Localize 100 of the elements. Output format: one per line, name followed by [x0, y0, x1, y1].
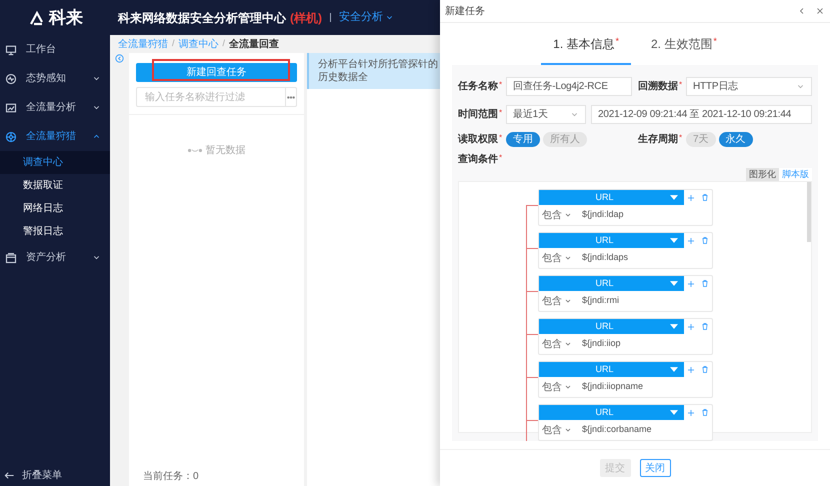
plus-icon — [687, 366, 695, 374]
field-label: 生存周期 — [638, 132, 678, 147]
operator-select[interactable]: 包含 — [542, 250, 572, 266]
branch-line — [526, 334, 538, 335]
field-select[interactable]: URL — [539, 276, 684, 291]
required-mark: * — [679, 79, 682, 91]
option-pill[interactable]: 专用 — [506, 132, 540, 147]
app-title: 科来网络数据安全分析管理中心 — [118, 10, 286, 26]
empty-message: 暂无数据 — [206, 144, 246, 158]
caret-down-icon — [670, 367, 678, 372]
plus-icon — [687, 280, 695, 288]
condition-value: ${jndi:corbaname — [582, 423, 652, 436]
field-select[interactable]: URL — [539, 362, 684, 377]
module-dropdown[interactable]: 安全分析 — [339, 9, 394, 26]
trash-icon — [701, 236, 709, 245]
option-pill[interactable]: 永久 — [718, 132, 753, 147]
caret-down-icon — [670, 238, 678, 243]
chevron-down-icon — [564, 211, 572, 219]
collapse-menu-button[interactable]: 折叠菜单 — [0, 464, 110, 486]
chart-icon — [5, 102, 17, 114]
required-mark: * — [713, 35, 717, 48]
branch-line — [526, 377, 538, 378]
operator-select[interactable]: 包含 — [542, 422, 572, 438]
trash-icon — [701, 365, 709, 374]
branch-line — [526, 420, 538, 421]
submenu-item[interactable]: 调查中心 — [0, 151, 110, 174]
operator-select[interactable]: 包含 — [542, 294, 572, 308]
more-icon — [287, 96, 295, 98]
logo-text: 科来 — [49, 6, 83, 29]
breadcrumb-current: 全流量回查 — [229, 37, 280, 52]
sidebar-item[interactable]: 工作台 — [0, 35, 110, 64]
field-select[interactable]: URL — [539, 319, 684, 334]
condition-value: ${jndi:iiop — [582, 337, 621, 350]
breadcrumb-separator: / — [172, 37, 175, 50]
arrow-left-icon — [4, 470, 15, 480]
chevron-down-icon — [564, 383, 572, 391]
caret-down-icon — [670, 195, 678, 200]
required-mark: * — [499, 132, 502, 144]
task-count: 当前任务：0 — [142, 470, 200, 484]
plus-icon — [687, 194, 695, 202]
sidebar-item[interactable]: 全流量狩猎 — [0, 122, 110, 151]
chevron-down-icon — [564, 254, 572, 262]
operator-select[interactable]: 包含 — [542, 336, 572, 352]
condition-value: ${jndi:ldap — [582, 208, 624, 222]
task-name-field[interactable]: 回查任务-Log4j2-RCE — [506, 77, 632, 96]
trash-icon — [701, 193, 709, 202]
scrollbar[interactable] — [807, 182, 811, 242]
trash-icon — [701, 322, 709, 331]
breadcrumb-separator: / — [222, 37, 226, 50]
field-label: 读取权限 — [458, 132, 498, 147]
source-select[interactable]: HTTP日志 — [686, 77, 812, 96]
chevron-down-icon — [564, 426, 572, 434]
branch-line — [526, 248, 538, 249]
chevron-down-icon — [564, 340, 572, 348]
field-select[interactable]: URL — [539, 233, 684, 248]
field-select[interactable]: URL — [539, 405, 684, 420]
mode-tab[interactable]: 图形化 — [746, 168, 779, 181]
close-icon — [816, 7, 824, 15]
required-mark: * — [499, 107, 502, 119]
submenu-item[interactable]: 数据取证 — [0, 174, 110, 197]
operator-select[interactable]: 包含 — [542, 208, 572, 222]
plus-icon — [687, 322, 695, 330]
trash-icon — [701, 279, 709, 288]
branch-line — [526, 205, 538, 206]
operator-select[interactable]: 包含 — [542, 380, 572, 394]
trash-icon — [701, 408, 709, 417]
submenu-item[interactable]: 网络日志 — [0, 197, 110, 220]
caret-down-icon — [670, 281, 678, 286]
required-mark: * — [499, 79, 502, 91]
condition-value: ${jndi:rmi — [582, 294, 620, 308]
more-button[interactable] — [286, 87, 297, 107]
submenu-item[interactable]: 警报日志 — [0, 220, 110, 243]
required-mark: * — [615, 35, 619, 48]
footer-button[interactable]: 关闭 — [640, 459, 670, 477]
mode-tab[interactable]: 脚本版 — [779, 168, 812, 181]
monitor-icon — [5, 44, 17, 56]
sidebar-item[interactable]: 态势感知 — [0, 64, 110, 93]
collapse-panel-icon — [115, 54, 124, 63]
sidebar-item[interactable]: 全流量分析 — [0, 93, 110, 122]
field-label: 时间范围 — [458, 108, 498, 122]
condition-value: ${jndi:iiopname — [582, 380, 644, 394]
plus-icon — [687, 236, 695, 244]
branch-line — [526, 291, 538, 292]
time-range-select[interactable]: 最近1天 — [506, 105, 586, 124]
date-range-field[interactable]: 2021-12-09 09:21:44 至 2021-12-10 09:21:44 — [591, 105, 812, 124]
sidebar-item[interactable]: 资产分析 — [0, 243, 110, 272]
dialog-title: 新建任务 — [445, 4, 486, 18]
plus-icon — [687, 408, 695, 416]
target-icon — [5, 130, 17, 142]
empty-face-icon — [188, 148, 202, 153]
required-mark: * — [679, 132, 682, 144]
caret-down-icon — [670, 410, 678, 415]
field-select[interactable]: URL — [539, 190, 684, 205]
sample-label: (样机) — [290, 10, 322, 26]
gauge-icon — [5, 72, 17, 84]
required-mark: * — [499, 152, 502, 164]
field-label: 查询条件 — [458, 152, 498, 167]
chevron-left-icon — [798, 7, 806, 15]
filter-field[interactable]: 输入任务名称进行过滤 — [136, 87, 286, 107]
condition-value: ${jndi:ldaps — [582, 251, 628, 264]
